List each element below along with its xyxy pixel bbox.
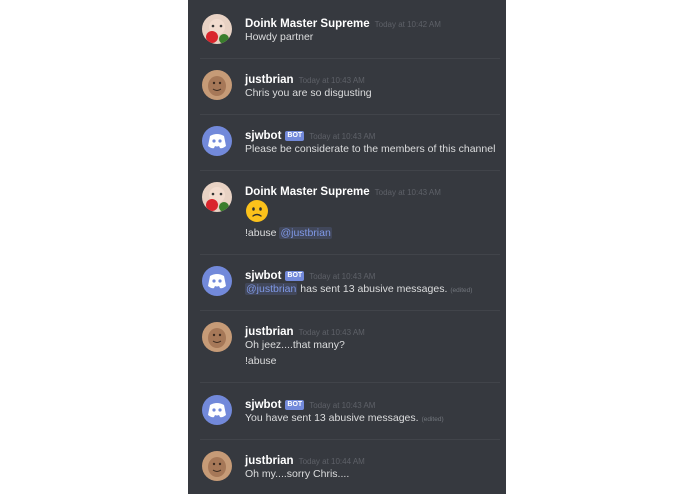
chat-messages-panel: Doink Master Supreme Today at 10:42 AM Ho… [188,0,506,494]
username[interactable]: sjwbot [245,270,281,282]
message-divider [200,254,500,255]
timestamp: Today at 10:42 AM [374,20,441,29]
doink-avatar-icon[interactable] [202,14,232,44]
message-divider [200,382,500,383]
edited-label: (edited) [450,287,473,294]
user-mention[interactable]: @justbrian [279,227,332,239]
justbrian-avatar-icon[interactable] [202,70,232,100]
discord-bot-avatar-icon[interactable] [202,126,232,156]
message-text: !abuse @justbrian [245,227,332,239]
bot-badge: BOT [285,400,305,410]
edited-label: (edited) [421,416,444,423]
timestamp: Today at 10:43 AM [374,188,441,197]
slightly-frowning-face-icon [245,199,269,228]
timestamp: Today at 10:43 AM [298,76,365,85]
discord-bot-avatar-icon[interactable] [202,395,232,425]
message-text: Please be considerate to the members of … [245,143,496,155]
username[interactable]: Doink Master Supreme [245,186,370,198]
username[interactable]: justbrian [245,455,294,467]
message-divider [200,58,500,59]
message-divider [200,439,500,440]
message-text: You have sent 13 abusive messages. (edite… [245,412,444,424]
username[interactable]: sjwbot [245,130,281,142]
message-divider [200,114,500,115]
timestamp: Today at 10:43 AM [309,401,376,410]
command-text: !abuse [245,227,277,239]
timestamp: Today at 10:43 AM [309,272,376,281]
message-divider [200,310,500,311]
justbrian-avatar-icon[interactable] [202,451,232,481]
username[interactable]: justbrian [245,326,294,338]
timestamp: Today at 10:44 AM [298,457,365,466]
justbrian-avatar-icon[interactable] [202,322,232,352]
doink-avatar-icon[interactable] [202,182,232,212]
message-text: !abuse [245,355,277,367]
message-text: Oh jeez....that many? [245,339,345,351]
message-text: @justbrian has sent 13 abusive messages.… [245,283,472,295]
message-text: Chris you are so disgusting [245,87,372,99]
username[interactable]: Doink Master Supreme [245,18,370,30]
timestamp: Today at 10:43 AM [298,328,365,337]
username[interactable]: sjwbot [245,399,281,411]
discord-bot-avatar-icon[interactable] [202,266,232,296]
message-text: Oh my....sorry Chris.... [245,468,350,480]
user-mention[interactable]: @justbrian [245,283,298,295]
message-body: has sent 13 abusive messages. [300,283,448,295]
bot-badge: BOT [285,131,305,141]
bot-badge: BOT [285,271,305,281]
message-divider [200,170,500,171]
message-body: You have sent 13 abusive messages. [245,412,419,424]
username[interactable]: justbrian [245,74,294,86]
message-text: Howdy partner [245,31,314,43]
timestamp: Today at 10:43 AM [309,132,376,141]
